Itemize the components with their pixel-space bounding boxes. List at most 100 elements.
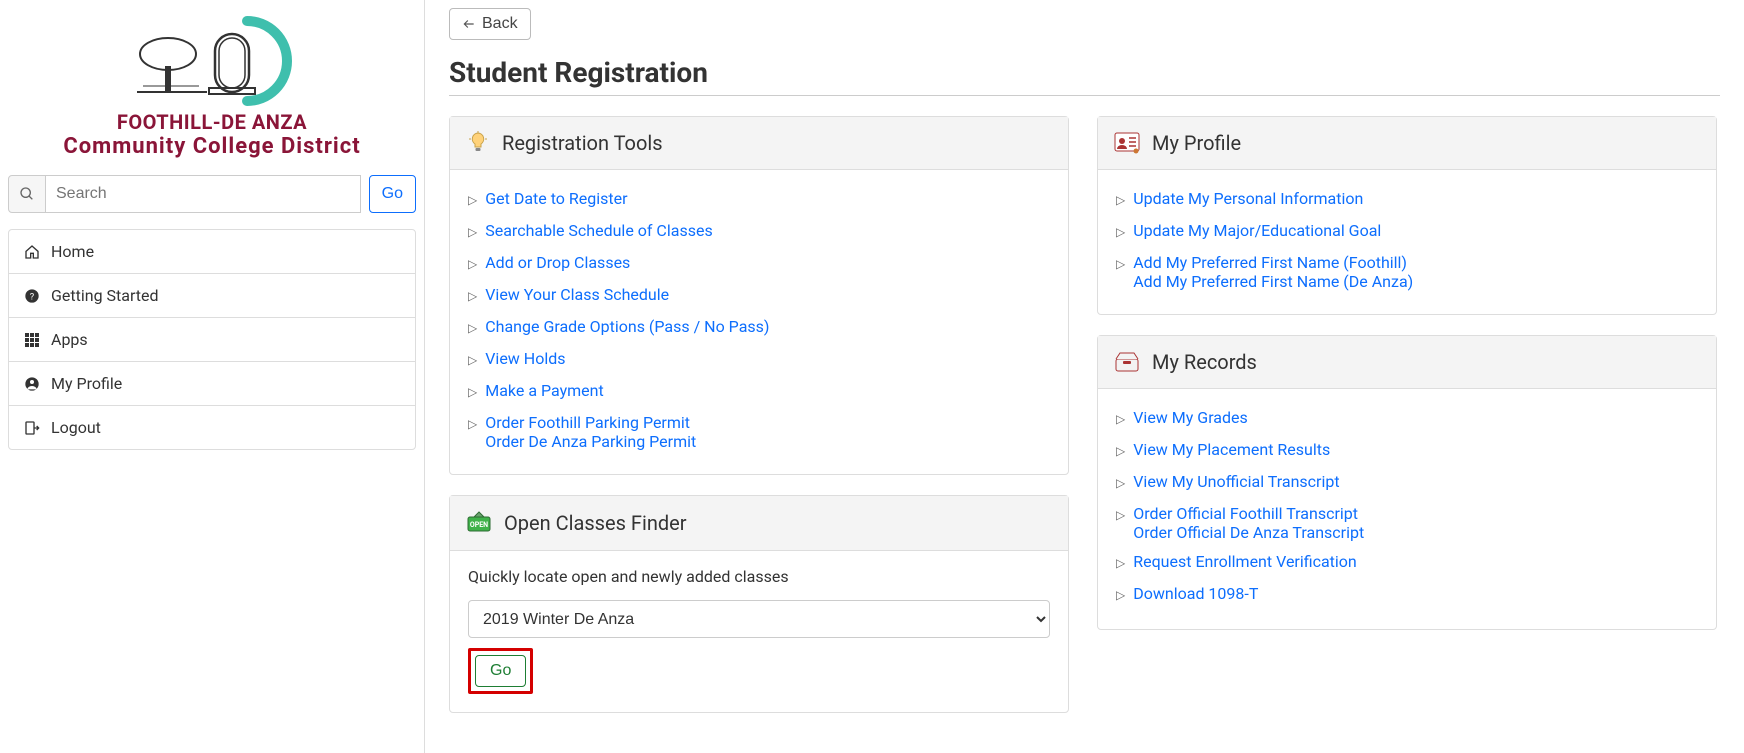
panel-header: My Profile	[1098, 117, 1716, 170]
list-item: ▷ View My Grades	[1116, 403, 1698, 435]
triangle-icon: ▷	[468, 381, 477, 403]
link-official-transcripts: Order Official Foothill Transcript Order…	[1133, 504, 1364, 542]
sidebar: FOOTHILL-DE ANZA Community College Distr…	[0, 0, 425, 753]
back-button-label: Back	[482, 15, 518, 33]
sidebar-item-label: Getting Started	[51, 286, 159, 305]
sidebar-item-getting-started[interactable]: ? Getting Started	[9, 274, 415, 318]
link-foothill-parking[interactable]: Order Foothill Parking Permit	[485, 413, 696, 432]
sidebar-item-label: Home	[51, 242, 94, 261]
back-button[interactable]: Back	[449, 8, 531, 40]
link-download-1098t[interactable]: Download 1098-T	[1133, 584, 1258, 603]
triangle-icon: ▷	[1116, 408, 1125, 430]
list-item: ▷Request Enrollment Verification	[1116, 547, 1698, 579]
sidebar-item-my-profile[interactable]: My Profile	[9, 362, 415, 406]
link-deanza-parking[interactable]: Order De Anza Parking Permit	[485, 432, 696, 451]
sidebar-item-label: My Profile	[51, 374, 122, 393]
list-item: ▷ Update My Personal Information	[1116, 184, 1698, 216]
list-item: ▷ Download 1098-T	[1116, 579, 1698, 611]
list-item: ▷ Add My Preferred First Name (Foothill)…	[1116, 248, 1698, 296]
brand-logo: FOOTHILL-DE ANZA Community College Distr…	[8, 8, 416, 163]
panel-body: ▷View My Grades ▷View My Placement Resul…	[1098, 389, 1716, 629]
logout-icon	[23, 420, 41, 436]
sidebar-item-logout[interactable]: Logout	[9, 406, 415, 449]
triangle-icon: ▷	[1116, 472, 1125, 494]
triangle-icon: ▷	[1116, 253, 1125, 275]
panel-body: ▷ Update My Personal Information ▷ Update …	[1098, 170, 1716, 314]
sidebar-nav: Home ? Getting Started Apps My Profile L…	[8, 229, 416, 450]
triangle-icon: ▷	[468, 221, 477, 243]
panel-body: ▷ Get Date to Register ▷ Searchable Schedu…	[450, 170, 1068, 474]
list-item: ▷ Searchable Schedule of Classes	[468, 216, 1050, 248]
link-preferred-name-deanza[interactable]: Add My Preferred First Name (De Anza)	[1133, 272, 1413, 291]
link-view-holds[interactable]: View Holds	[485, 349, 565, 368]
filebox-icon	[1114, 351, 1140, 373]
search-bar: Go	[8, 175, 416, 213]
panel-header: Registration Tools	[450, 117, 1068, 170]
panel-my-records: My Records ▷View My Grades ▷View My Plac…	[1097, 335, 1717, 630]
triangle-icon: ▷	[1116, 504, 1125, 526]
open-classes-go-button[interactable]: Go	[475, 655, 526, 687]
list-item: ▷Change Grade Options (Pass / No Pass)	[468, 312, 1050, 344]
triangle-icon: ▷	[1116, 584, 1125, 606]
question-circle-icon: ?	[23, 288, 41, 304]
sidebar-item-home[interactable]: Home	[9, 230, 415, 274]
link-update-personal-info[interactable]: Update My Personal Information	[1133, 189, 1363, 208]
link-official-transcript-foothill[interactable]: Order Official Foothill Transcript	[1133, 504, 1364, 523]
open-classes-helper: Quickly locate open and newly added clas…	[468, 567, 1050, 586]
search-input[interactable]	[46, 175, 361, 213]
page-title: Student Registration	[449, 56, 1720, 96]
list-item: ▷ View My Unofficial Transcript	[1116, 467, 1698, 499]
panel-title: My Records	[1152, 350, 1257, 374]
main-content: Back Student Registration Registration T…	[425, 0, 1744, 753]
lightbulb-icon	[466, 131, 490, 155]
list-item: ▷View My Placement Results	[1116, 435, 1698, 467]
arrow-left-icon	[462, 17, 476, 31]
svg-text:?: ?	[30, 291, 35, 302]
search-go-button[interactable]: Go	[369, 175, 416, 213]
link-enrollment-verification[interactable]: Request Enrollment Verification	[1133, 552, 1357, 571]
link-view-grades[interactable]: View My Grades	[1133, 408, 1248, 427]
panel-title: Open Classes Finder	[504, 511, 687, 535]
svg-text:OPEN: OPEN	[470, 521, 488, 529]
list-item: ▷ Add or Drop Classes	[468, 248, 1050, 280]
panel-registration-tools: Registration Tools ▷ Get Date to Register…	[449, 116, 1069, 475]
home-icon	[23, 244, 41, 260]
list-item: ▷ Make a Payment	[468, 376, 1050, 408]
link-preferred-name-foothill[interactable]: Add My Preferred First Name (Foothill)	[1133, 253, 1413, 272]
grid-icon	[23, 333, 41, 347]
list-item: ▷ Order Official Foothill Transcript Ord…	[1116, 499, 1698, 547]
link-make-payment[interactable]: Make a Payment	[485, 381, 604, 400]
sidebar-item-label: Apps	[51, 330, 88, 349]
link-view-class-schedule[interactable]: View Your Class Schedule	[485, 285, 669, 304]
link-searchable-schedule[interactable]: Searchable Schedule of Classes	[485, 221, 712, 240]
brand-text-line1: FOOTHILL-DE ANZA	[8, 110, 416, 134]
term-select[interactable]: 2019 Winter De Anza	[468, 600, 1050, 638]
my-records-list: ▷View My Grades ▷View My Placement Resul…	[1116, 403, 1698, 611]
link-add-drop-classes[interactable]: Add or Drop Classes	[485, 253, 630, 272]
sidebar-item-apps[interactable]: Apps	[9, 318, 415, 362]
brand-text-line2: Community College District	[8, 134, 416, 159]
link-unofficial-transcript[interactable]: View My Unofficial Transcript	[1133, 472, 1339, 491]
link-change-grade-options[interactable]: Change Grade Options (Pass / No Pass)	[485, 317, 769, 336]
profile-card-icon	[1114, 132, 1140, 154]
registration-tools-list: ▷ Get Date to Register ▷ Searchable Schedu…	[468, 184, 1050, 456]
go-button-highlight: Go	[468, 648, 533, 694]
my-profile-list: ▷ Update My Personal Information ▷ Update …	[1116, 184, 1698, 296]
link-placement-results[interactable]: View My Placement Results	[1133, 440, 1330, 459]
triangle-icon: ▷	[1116, 221, 1125, 243]
panel-title: My Profile	[1152, 131, 1241, 155]
triangle-icon: ▷	[1116, 189, 1125, 211]
link-update-major[interactable]: Update My Major/Educational Goal	[1133, 221, 1381, 240]
link-get-date-to-register[interactable]: Get Date to Register	[485, 189, 627, 208]
panel-header: OPEN Open Classes Finder	[450, 496, 1068, 551]
panel-title: Registration Tools	[502, 131, 663, 155]
panel-header: My Records	[1098, 336, 1716, 389]
link-parking-permits: Order Foothill Parking Permit Order De A…	[485, 413, 696, 451]
brand-logo-graphic	[127, 16, 297, 106]
triangle-icon: ▷	[468, 253, 477, 275]
link-official-transcript-deanza[interactable]: Order Official De Anza Transcript	[1133, 523, 1364, 542]
left-column: Registration Tools ▷ Get Date to Register…	[449, 116, 1069, 713]
list-item: ▷ Update My Major/Educational Goal	[1116, 216, 1698, 248]
list-item: ▷ Order Foothill Parking Permit Order De…	[468, 408, 1050, 456]
panel-body: Quickly locate open and newly added clas…	[450, 551, 1068, 712]
